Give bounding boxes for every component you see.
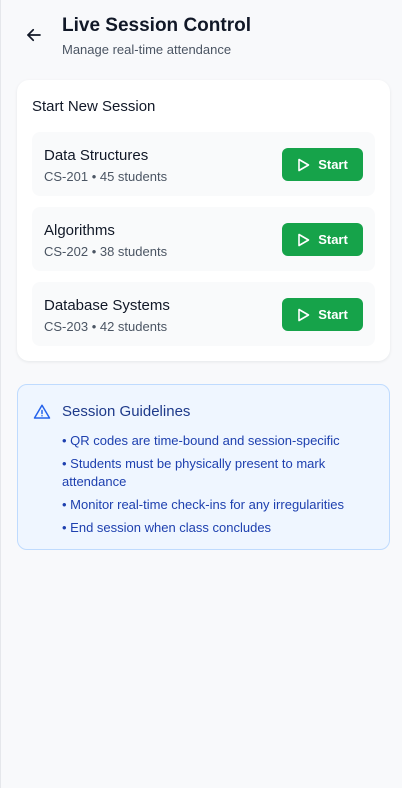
guideline-item: • Monitor real-time check-ins for any ir… bbox=[62, 497, 344, 512]
start-button-label: Start bbox=[318, 157, 348, 172]
session-item-database-systems: Database Systems CS-203 • 42 students St… bbox=[32, 282, 375, 346]
session-item-data-structures: Data Structures CS-201 • 45 students Sta… bbox=[32, 132, 375, 196]
page-subtitle: Manage real-time attendance bbox=[62, 42, 232, 57]
session-item-algorithms: Algorithms CS-202 • 38 students Start bbox=[32, 207, 375, 271]
start-session-card: Start New Session Data Structures CS-201… bbox=[17, 80, 390, 361]
back-button[interactable] bbox=[21, 22, 47, 48]
session-guidelines-panel: Session Guidelines • QR codes are time-b… bbox=[17, 384, 390, 550]
start-session-button[interactable]: Start bbox=[282, 223, 363, 256]
guideline-item: • QR codes are time-bound and session-sp… bbox=[62, 433, 340, 448]
course-meta: CS-203 • 42 students bbox=[44, 319, 168, 334]
course-meta: CS-202 • 38 students bbox=[44, 244, 168, 259]
start-session-button[interactable]: Start bbox=[282, 148, 363, 181]
guideline-list: • QR codes are time-bound and session-sp… bbox=[62, 432, 362, 542]
play-icon bbox=[298, 233, 310, 246]
card-title: Start New Session bbox=[32, 98, 156, 115]
session-list: Data Structures CS-201 • 45 students Sta… bbox=[32, 132, 375, 357]
play-icon bbox=[298, 158, 310, 171]
start-button-label: Start bbox=[318, 307, 348, 322]
page-title: Live Session Control bbox=[62, 15, 251, 36]
play-icon bbox=[298, 308, 310, 321]
course-name: Data Structures bbox=[44, 147, 149, 164]
guideline-item: • Students must be physically present to… bbox=[62, 456, 326, 489]
page-header: Live Session Control Manage real-time at… bbox=[1, 0, 402, 70]
alert-triangle-icon bbox=[33, 404, 51, 419]
course-name: Database Systems bbox=[44, 297, 170, 314]
course-name: Algorithms bbox=[44, 222, 115, 239]
arrow-left-icon bbox=[27, 28, 41, 42]
guidelines-title: Session Guidelines bbox=[62, 403, 191, 420]
guideline-item: • End session when class concludes bbox=[62, 520, 272, 535]
start-button-label: Start bbox=[318, 232, 348, 247]
start-session-button[interactable]: Start bbox=[282, 298, 363, 331]
course-meta: CS-201 • 45 students bbox=[44, 169, 168, 184]
